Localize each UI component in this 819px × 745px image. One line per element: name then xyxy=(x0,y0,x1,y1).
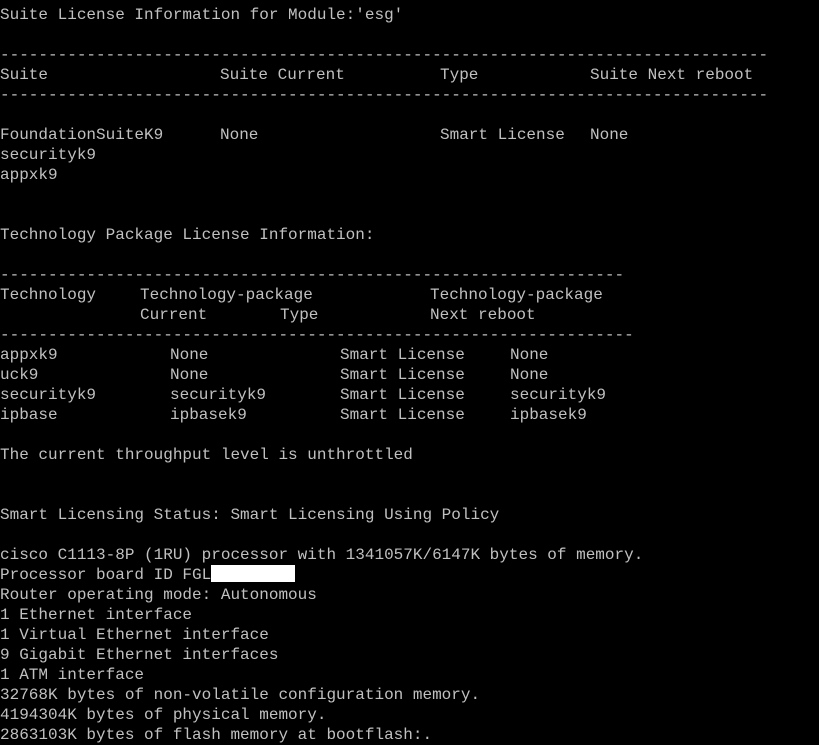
suite-name: FoundationSuiteK9 xyxy=(0,126,164,144)
tech-rule-top: ----------------------------------------… xyxy=(0,266,625,284)
col-next-reboot-subheader: Next reboot xyxy=(430,306,536,324)
suite-sub-item: appxk9 xyxy=(0,166,58,184)
processor-info: cisco C1113-8P (1RU) processor with 1341… xyxy=(0,546,644,564)
tech-next: ipbasek9 xyxy=(510,406,587,424)
suite-current: None xyxy=(220,126,259,144)
tech-name: appxk9 xyxy=(0,346,58,364)
col-technology-header: Technology xyxy=(0,286,97,304)
suite-row: FoundationSuiteK9 None Smart License Non… xyxy=(0,125,819,145)
operating-mode: Router operating mode: Autonomous xyxy=(0,586,317,604)
memory-line: 4194304K bytes of physical memory. xyxy=(0,706,327,724)
tech-current: ipbasek9 xyxy=(170,406,247,424)
interface-line: 1 Ethernet interface xyxy=(0,606,193,624)
tech-name: uck9 xyxy=(0,366,39,384)
tech-type: Smart License xyxy=(340,406,465,424)
suite-rule-top: ----------------------------------------… xyxy=(0,46,769,64)
tech-row: securityk9 securityk9 Smart License secu… xyxy=(0,385,819,405)
tech-next: securityk9 xyxy=(510,386,607,404)
redacted-serial-block xyxy=(211,565,296,582)
throughput-status: The current throughput level is unthrott… xyxy=(0,446,413,464)
col-suite-next-header: Suite Next reboot xyxy=(590,66,754,84)
tech-current: securityk9 xyxy=(170,386,267,404)
processor-board-id: Processor board ID FGL xyxy=(0,565,819,585)
col-suite-current-header: Suite Current xyxy=(220,66,345,84)
interface-line: 1 ATM interface xyxy=(0,666,145,684)
tech-header-row-2: Current Type Next reboot xyxy=(0,305,819,325)
terminal-output[interactable]: Suite License Information for Module:'es… xyxy=(0,5,819,745)
suite-rule-bottom: ----------------------------------------… xyxy=(0,86,769,104)
tech-current: None xyxy=(170,346,209,364)
tech-name: ipbase xyxy=(0,406,58,424)
col-type-subheader: Type xyxy=(280,306,319,324)
col-current-subheader: Current xyxy=(140,306,208,324)
memory-line: 2863103K bytes of flash memory at bootfl… xyxy=(0,726,433,744)
tech-type: Smart License xyxy=(340,366,465,384)
tech-row: uck9 None Smart License None xyxy=(0,365,819,385)
tech-header-row-1: Technology Technology-package Technology… xyxy=(0,285,819,305)
interface-line: 1 Virtual Ethernet interface xyxy=(0,626,269,644)
col-type-header: Type xyxy=(440,66,479,84)
suite-heading: Suite License Information for Module:'es… xyxy=(0,6,404,24)
memory-line: 32768K bytes of non-volatile configurati… xyxy=(0,686,481,704)
col-suite-header: Suite xyxy=(0,66,49,84)
tech-heading: Technology Package License Information: xyxy=(0,226,375,244)
suite-sub-item: securityk9 xyxy=(0,146,97,164)
interface-line: 9 Gigabit Ethernet interfaces xyxy=(0,646,279,664)
board-id-label: Processor board ID FGL xyxy=(0,566,212,584)
tech-name: securityk9 xyxy=(0,386,97,404)
suite-type: Smart License xyxy=(440,126,565,144)
col-tech-package-header: Technology-package xyxy=(140,286,313,304)
tech-next: None xyxy=(510,366,549,384)
tech-rule-bottom: ----------------------------------------… xyxy=(0,326,634,344)
tech-row: appxk9 None Smart License None xyxy=(0,345,819,365)
tech-current: None xyxy=(170,366,209,384)
suite-header-row: Suite Suite Current Type Suite Next rebo… xyxy=(0,65,819,85)
tech-next: None xyxy=(510,346,549,364)
tech-row: ipbase ipbasek9 Smart License ipbasek9 xyxy=(0,405,819,425)
smart-licensing-status: Smart Licensing Status: Smart Licensing … xyxy=(0,506,500,524)
suite-next: None xyxy=(590,126,629,144)
tech-type: Smart License xyxy=(340,386,465,404)
col-tech-package-next-header: Technology-package xyxy=(430,286,603,304)
tech-type: Smart License xyxy=(340,346,465,364)
